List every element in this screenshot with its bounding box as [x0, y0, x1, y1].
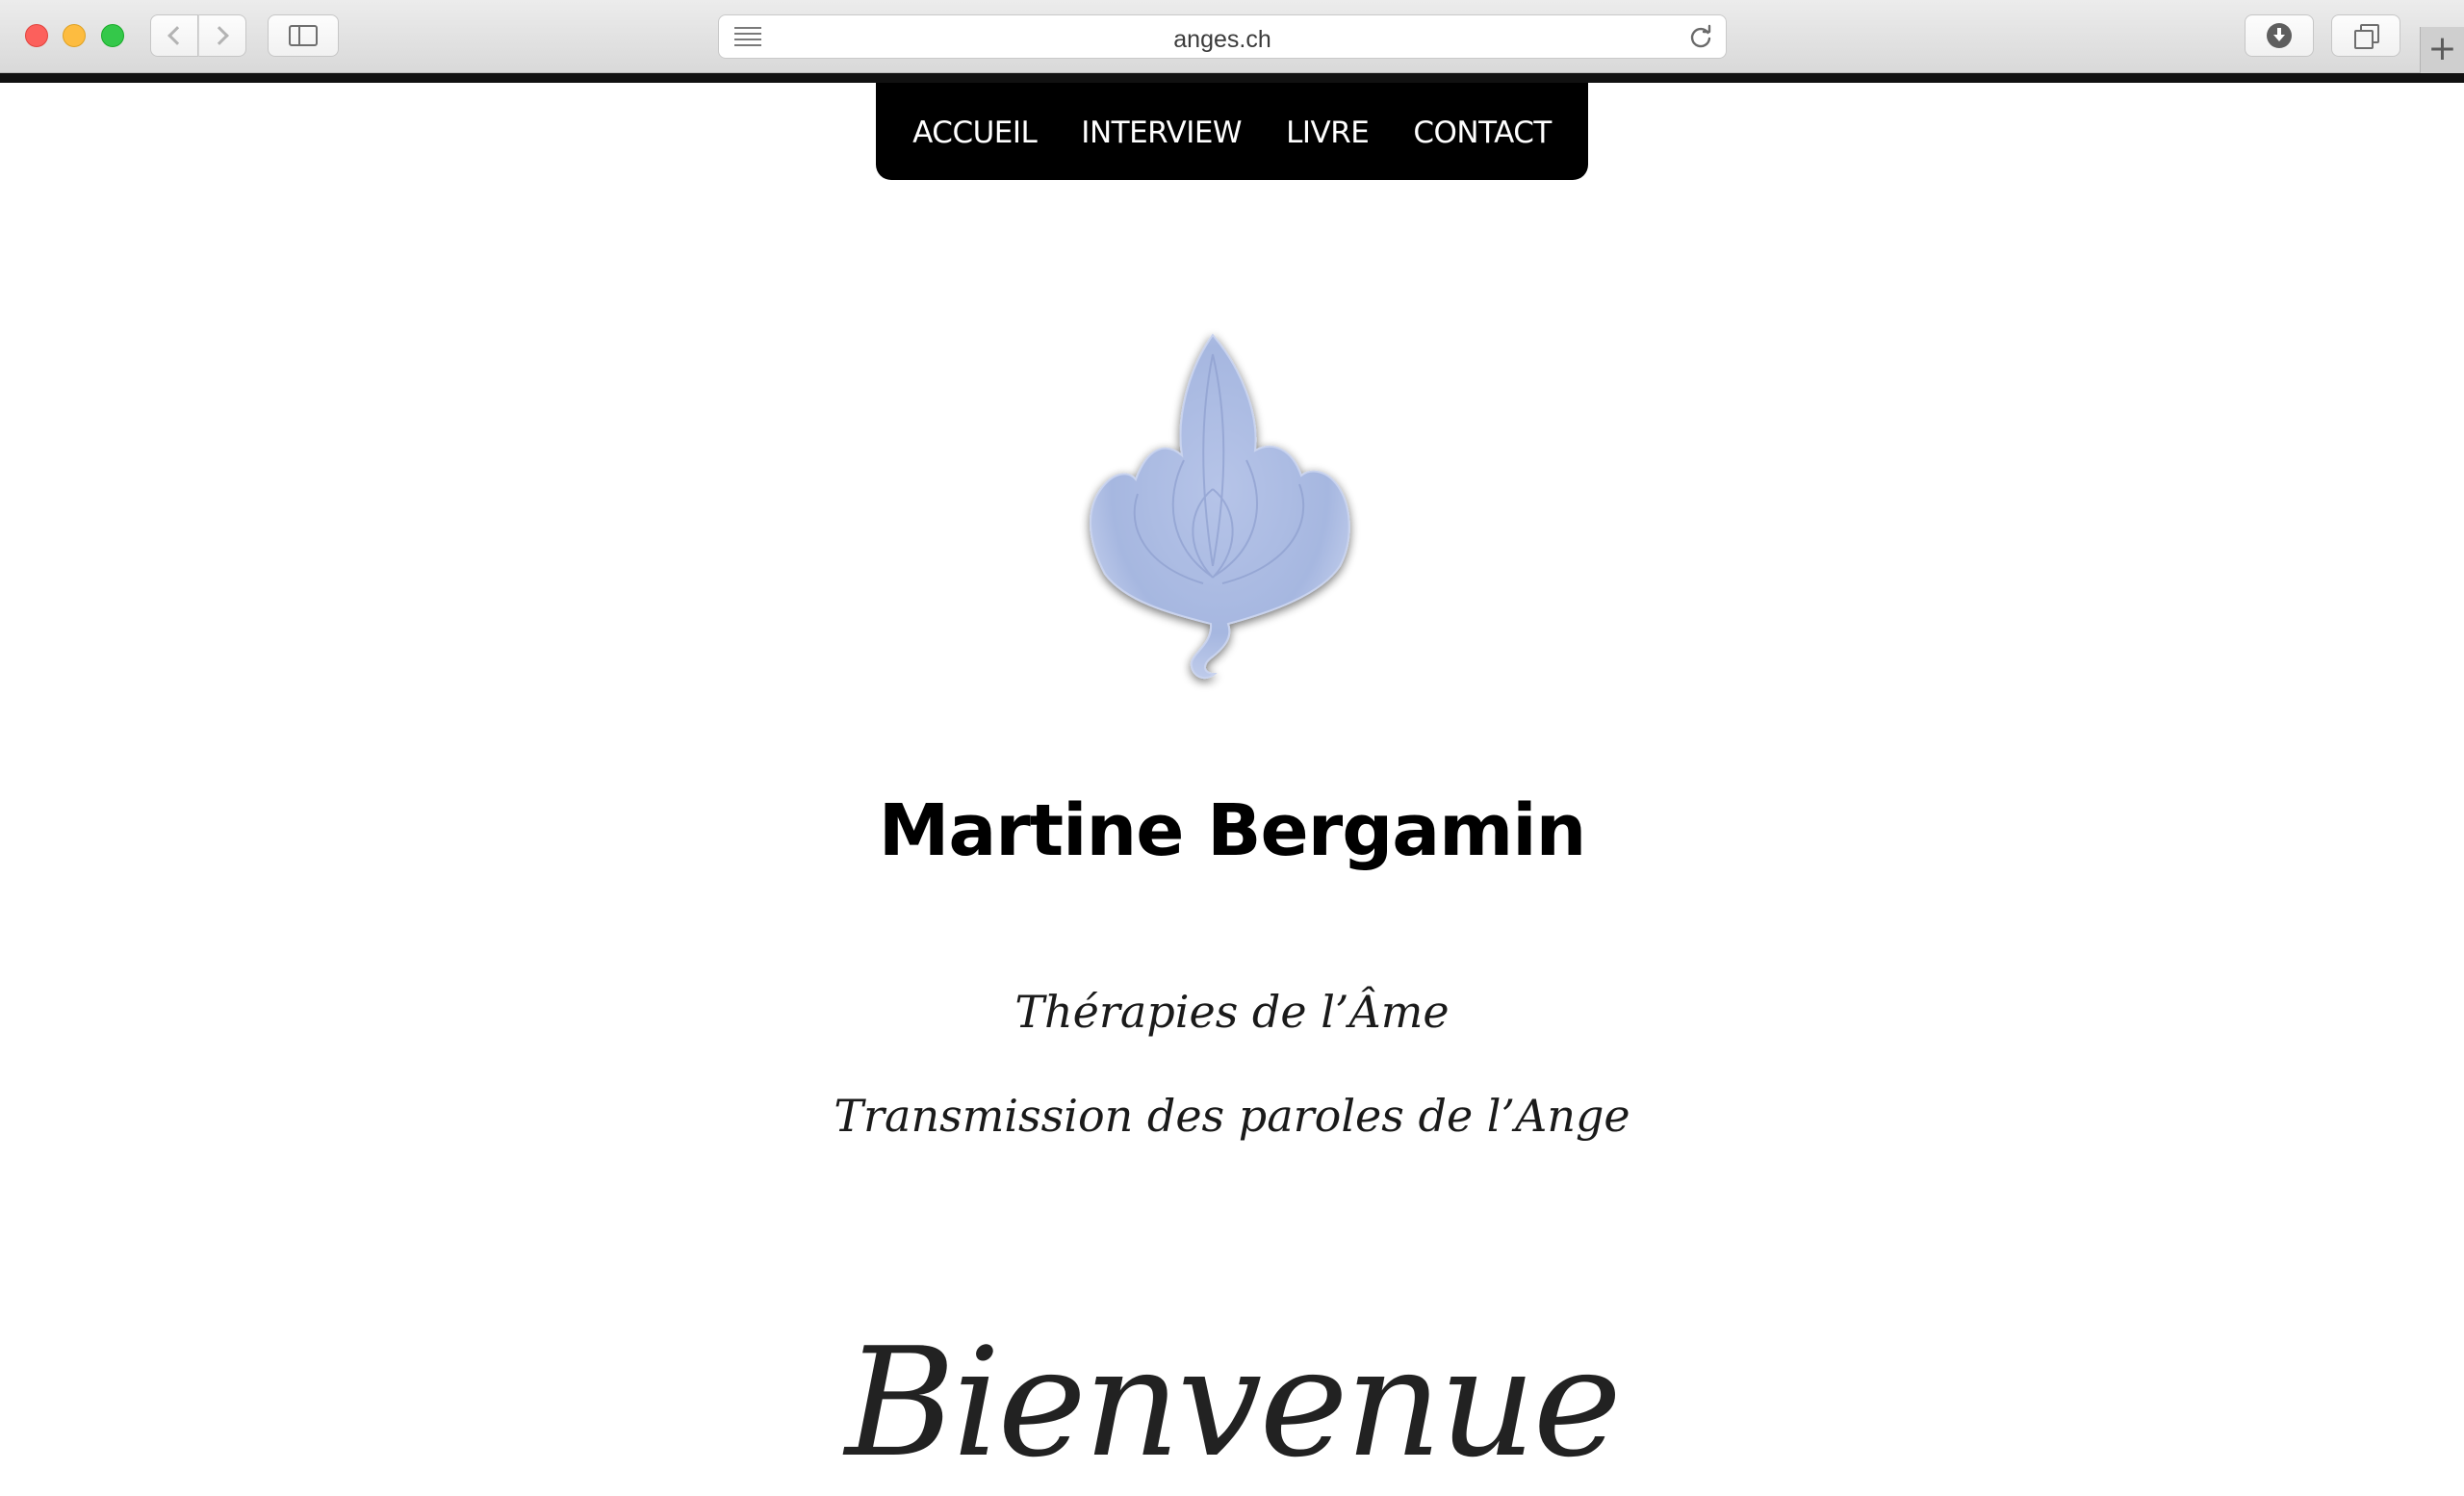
sidebar-toggle-button[interactable] — [268, 14, 339, 57]
tagline-transmission: Transmission des paroles de l’Ange — [834, 1090, 1630, 1142]
url-text: anges.ch — [1173, 26, 1271, 53]
window-zoom-button[interactable] — [101, 24, 124, 47]
browser-toolbar: anges.ch + — [0, 0, 2464, 73]
nav-link-livre[interactable]: LIVRE — [1286, 116, 1370, 150]
tab-overview-button[interactable] — [2331, 14, 2400, 57]
window-close-button[interactable] — [25, 24, 48, 47]
site-navigation: ACCUEIL INTERVIEW LIVRE CONTACT — [876, 83, 1588, 180]
downloads-button[interactable] — [2245, 14, 2314, 57]
forward-button[interactable] — [198, 14, 246, 57]
nav-link-accueil[interactable]: ACCUEIL — [912, 116, 1038, 150]
blue-leaf-icon — [1090, 333, 1350, 680]
welcome-heading: Bienvenue — [844, 1315, 1622, 1490]
tabs-icon — [2353, 23, 2379, 49]
window-minimize-button[interactable] — [63, 24, 86, 47]
reload-icon[interactable] — [1687, 24, 1714, 51]
tagline-therapies: Thérapies de l’Âme — [1014, 986, 1450, 1038]
chevron-left-icon — [167, 26, 187, 45]
download-icon — [2267, 23, 2292, 48]
new-tab-button[interactable]: + — [2420, 27, 2464, 73]
nav-link-contact[interactable]: CONTACT — [1413, 116, 1552, 150]
page-top-border — [0, 73, 2464, 83]
address-bar[interactable]: anges.ch — [718, 14, 1727, 59]
site-owner-name: Martine Bergamin — [878, 789, 1587, 872]
sidebar-icon — [289, 25, 318, 46]
back-button[interactable] — [150, 14, 198, 57]
chevron-right-icon — [210, 26, 229, 45]
nav-link-interview[interactable]: INTERVIEW — [1081, 116, 1242, 150]
